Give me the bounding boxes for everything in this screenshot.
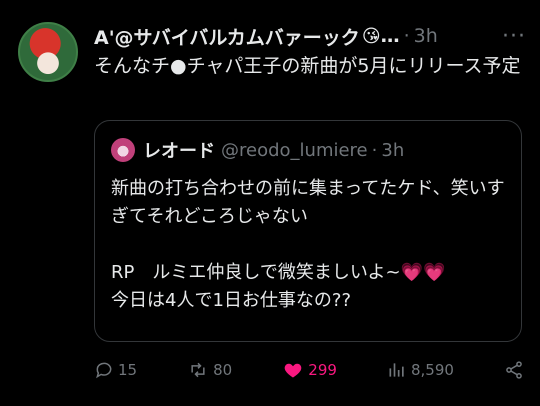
tweet-actions: 15 80 299 8,590 — [94, 356, 524, 384]
author-display-name[interactable]: A'@サバイバルカムバァーック — [94, 23, 360, 50]
quoted-author-display-name: レオード — [143, 141, 215, 162]
like-button[interactable]: 299 — [282, 360, 337, 380]
name-emoji: 😘 — [361, 25, 381, 47]
tweet-timestamp[interactable]: 3h — [414, 25, 438, 47]
tweet-header: A'@サバイバルカムバァーック 😘 … · 3h ··· — [94, 22, 526, 50]
share-button[interactable] — [504, 360, 524, 380]
retweet-button[interactable]: 80 — [187, 360, 232, 380]
tweet-text: そんなチ●チャパ王子の新曲が5月にリリース予定 — [94, 55, 521, 77]
reply-icon — [96, 362, 112, 379]
quoted-header-separator: · — [371, 139, 378, 161]
more-options-icon[interactable]: ··· — [502, 24, 526, 49]
quoted-author-handle: @reodo_lumiere — [221, 139, 368, 161]
retweet-icon — [191, 362, 205, 378]
bar-chart-icon — [389, 363, 404, 377]
retweet-count: 80 — [213, 361, 233, 379]
quoted-tweet-text: 新曲の打ち合わせの前に集まってたケド、笑いすぎてそれどころじゃない RP ルミエ… — [111, 178, 505, 311]
quoted-author-avatar — [111, 138, 135, 162]
quoted-tweet-timestamp: 3h — [381, 139, 405, 161]
author-avatar[interactable] — [18, 22, 78, 82]
heart-icon — [284, 363, 302, 378]
views-button[interactable]: 8,590 — [387, 360, 454, 380]
header-separator: · — [403, 25, 410, 47]
reply-button[interactable]: 15 — [94, 360, 137, 380]
quoted-tweet[interactable]: レオード @reodo_lumiere · 3h 新曲の打ち合わせの前に集まって… — [94, 120, 522, 342]
reply-count: 15 — [118, 361, 138, 379]
view-count: 8,590 — [410, 361, 454, 379]
name-ellipsis: … — [380, 25, 400, 47]
share-icon — [506, 361, 522, 379]
like-count: 299 — [308, 361, 337, 379]
quoted-tweet-header: レオード @reodo_lumiere · 3h — [111, 137, 509, 163]
